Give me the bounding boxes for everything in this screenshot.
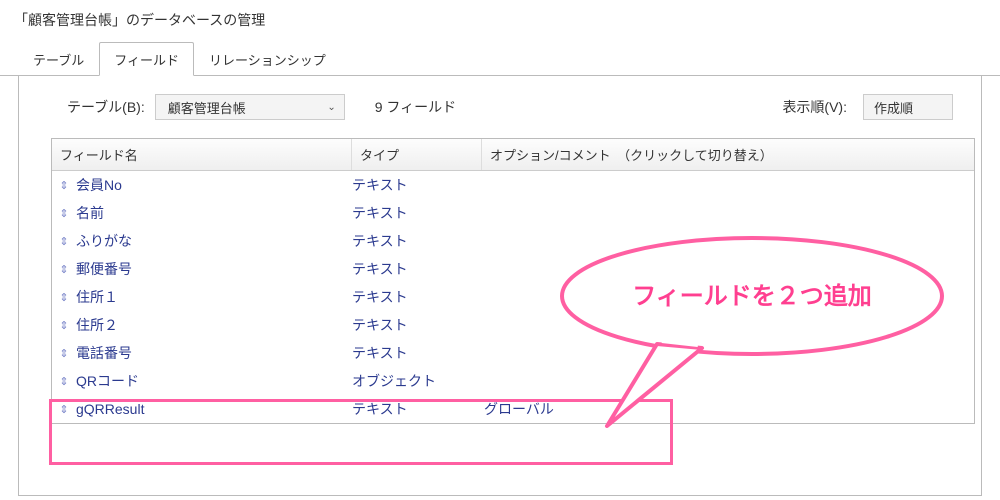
table-label: テーブル(B): (67, 97, 145, 117)
cell-type: テキスト (352, 343, 482, 363)
table-row[interactable]: ⇕住所１テキスト (52, 283, 974, 311)
table-row[interactable]: ⇕会員Noテキスト (52, 171, 974, 199)
cell-type: テキスト (352, 315, 482, 335)
cell-field-name: 電話番号 (76, 343, 352, 363)
window-title: 「顧客管理台帳」のデータベースの管理 (0, 0, 1000, 42)
drag-handle-icon[interactable]: ⇕ (52, 207, 76, 220)
cell-field-name: gQRResult (76, 401, 352, 417)
grid-header: フィールド名 タイプ オプション/コメント （クリックして切り替え） (52, 139, 974, 171)
cell-field-name: ふりがな (76, 231, 352, 251)
table-row[interactable]: ⇕電話番号テキスト (52, 339, 974, 367)
drag-handle-icon[interactable]: ⇕ (52, 291, 76, 304)
field-count: 9 フィールド (375, 97, 456, 117)
tabs-bar: テーブル フィールド リレーションシップ (0, 42, 1000, 76)
drag-handle-icon[interactable]: ⇕ (52, 319, 76, 332)
drag-handle-icon[interactable]: ⇕ (52, 375, 76, 388)
header-field-name[interactable]: フィールド名 (52, 139, 352, 170)
drag-handle-icon[interactable]: ⇕ (52, 235, 76, 248)
cell-field-name: 会員No (76, 175, 352, 195)
table-select-value: 顧客管理台帳 (168, 98, 246, 117)
tab-body: テーブル(B): 顧客管理台帳 ⌄ 9 フィールド 表示順(V): 作成順 フィ… (18, 76, 982, 496)
table-row[interactable]: ⇕ふりがなテキスト (52, 227, 974, 255)
tab-fields[interactable]: フィールド (99, 42, 194, 76)
cell-type: テキスト (352, 175, 482, 195)
fields-grid: フィールド名 タイプ オプション/コメント （クリックして切り替え） ⇕会員No… (51, 138, 975, 424)
table-row[interactable]: ⇕住所２テキスト (52, 311, 974, 339)
drag-handle-icon[interactable]: ⇕ (52, 263, 76, 276)
chevron-down-icon: ⌄ (327, 102, 335, 113)
sort-select-value: 作成順 (874, 98, 913, 117)
cell-field-name: 名前 (76, 203, 352, 223)
cell-type: テキスト (352, 399, 482, 419)
cell-type: テキスト (352, 231, 482, 251)
drag-handle-icon[interactable]: ⇕ (52, 179, 76, 192)
sort-label: 表示順(V): (782, 97, 847, 117)
table-row[interactable]: ⇕gQRResultテキストグローバル (52, 395, 974, 423)
header-options[interactable]: オプション/コメント （クリックして切り替え） (482, 139, 974, 170)
cell-field-name: QRコード (76, 371, 352, 391)
cell-field-name: 住所２ (76, 315, 352, 335)
toolbar: テーブル(B): 顧客管理台帳 ⌄ 9 フィールド 表示順(V): 作成順 (19, 76, 981, 134)
cell-field-name: 郵便番号 (76, 259, 352, 279)
header-type[interactable]: タイプ (352, 139, 482, 170)
table-select[interactable]: 顧客管理台帳 ⌄ (155, 94, 345, 120)
drag-handle-icon[interactable]: ⇕ (52, 347, 76, 360)
cell-field-name: 住所１ (76, 287, 352, 307)
sort-select[interactable]: 作成順 (863, 94, 953, 120)
cell-type: テキスト (352, 259, 482, 279)
table-row[interactable]: ⇕郵便番号テキスト (52, 255, 974, 283)
table-row[interactable]: ⇕名前テキスト (52, 199, 974, 227)
drag-handle-icon[interactable]: ⇕ (52, 403, 76, 416)
tab-tables[interactable]: テーブル (18, 42, 99, 75)
grid-body: ⇕会員Noテキスト⇕名前テキスト⇕ふりがなテキスト⇕郵便番号テキスト⇕住所１テキ… (52, 171, 974, 423)
cell-type: テキスト (352, 203, 482, 223)
table-row[interactable]: ⇕QRコードオブジェクト (52, 367, 974, 395)
cell-type: オブジェクト (352, 371, 482, 391)
cell-type: テキスト (352, 287, 482, 307)
cell-options: グローバル (482, 399, 974, 419)
tab-relationships[interactable]: リレーションシップ (194, 42, 341, 75)
